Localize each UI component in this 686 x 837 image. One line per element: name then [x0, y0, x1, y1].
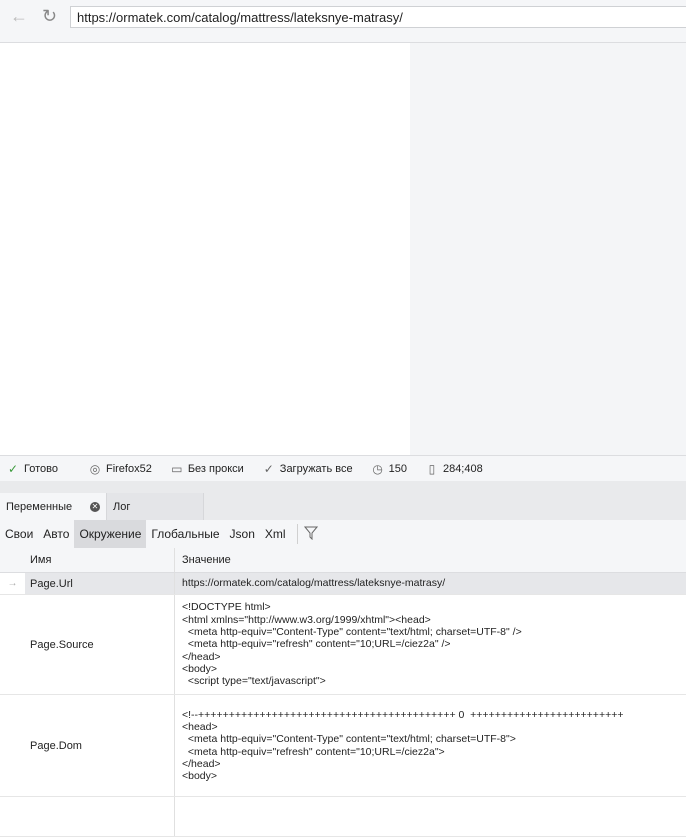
browser-viewport-empty [410, 43, 686, 455]
browser-version[interactable]: ◎ Firefox52 [88, 462, 152, 476]
current-row-arrow-icon: → [7, 578, 18, 589]
value-line: <meta http-equiv="Content-Type" content=… [182, 733, 516, 746]
load-setting[interactable]: ✓ Загружать все [262, 462, 353, 476]
table-header: Имя Значение [0, 548, 686, 573]
timeout-setting[interactable]: ◷ 150 [371, 462, 407, 476]
table-row[interactable]: → Page.Url https://ormatek.com/catalog/mat… [0, 573, 686, 595]
subtab-auto[interactable]: Авто [38, 520, 74, 548]
variable-value: <!--++++++++++++++++++++++++++++++++++++… [175, 695, 686, 796]
column-value[interactable]: Значение [175, 548, 686, 572]
variable-value: https://ormatek.com/catalog/mattress/lat… [175, 573, 686, 594]
value-line: <!--++++++++++++++++++++++++++++++++++++… [182, 708, 624, 721]
address-bar[interactable]: https://ormatek.com/catalog/mattress/lat… [70, 6, 686, 28]
firefox-icon: ◎ [89, 461, 101, 476]
subtab-environment[interactable]: Окружение [74, 520, 147, 548]
monitor-icon: ▭ [171, 461, 183, 476]
clock-icon: ◷ [372, 461, 383, 476]
separator [296, 524, 298, 544]
panel-tabs: Переменные ✕ Лог [0, 493, 686, 520]
variable-value: <!DOCTYPE html> <html xmlns="http://www.w… [175, 595, 686, 694]
browser-viewport[interactable] [0, 43, 410, 455]
variable-name: Page.Source [25, 595, 175, 694]
proxy-setting[interactable]: ▭ Без прокси [170, 462, 244, 476]
row-gutter [0, 595, 25, 694]
variable-filters: Свои Авто Окружение Глобальные Json Xml [0, 520, 686, 548]
value-line: <script type="text/javascript"> [182, 675, 326, 688]
variables-table: Имя Значение → Page.Url https://ormatek.co… [0, 548, 686, 837]
value-line: <!DOCTYPE html> [182, 601, 271, 614]
variable-name: Page.Url [25, 573, 175, 594]
mouse-icon: ▯ [428, 461, 436, 476]
table-row[interactable]: Page.Dom <!--++++++++++++++++++++++++++++… [0, 695, 686, 797]
value-line: <body> [182, 770, 218, 783]
browser-toolbar: ← ↻ https://ormatek.com/catalog/mattress… [0, 0, 686, 43]
value-line: https://ormatek.com/catalog/mattress/lat… [182, 577, 446, 590]
value-line: <body> [182, 662, 218, 675]
tab-log[interactable]: Лог [106, 493, 204, 520]
table-row[interactable]: Page.Source <!DOCTYPE html> <html xmlns="h… [0, 595, 686, 695]
filter-icon[interactable] [303, 526, 318, 543]
back-arrow-icon[interactable]: ← [10, 6, 28, 27]
column-name[interactable]: Имя [25, 548, 175, 572]
subtab-xml[interactable]: Xml [260, 520, 291, 548]
subtab-own[interactable]: Свои [0, 520, 38, 548]
close-icon[interactable]: ✕ [90, 501, 100, 512]
check-circle-icon: ✓ [7, 461, 19, 476]
divider [0, 481, 686, 493]
value-line: <meta http-equiv="Content-Type" content=… [182, 626, 522, 639]
status-ready: Готово [24, 462, 58, 475]
subtab-json[interactable]: Json [225, 520, 260, 548]
reload-icon[interactable]: ↻ [42, 6, 57, 27]
value-line: <head> [182, 720, 218, 733]
value-line: <html xmlns="http://www.w3.org/1999/xhtm… [182, 613, 431, 626]
value-line: </head> [182, 757, 221, 770]
variable-name: Page.Dom [25, 695, 175, 796]
table-row-empty [0, 797, 686, 837]
tab-variables[interactable]: Переменные ✕ [0, 493, 106, 520]
subtab-global[interactable]: Глобальные [146, 520, 224, 548]
check-badge-icon: ✓ [263, 461, 274, 476]
row-gutter [0, 695, 25, 796]
mouse-coords: ▯ 284;408 [425, 462, 483, 476]
value-line: <meta http-equiv="refresh" content="10;U… [182, 745, 445, 758]
value-line: <meta http-equiv="refresh" content="10;U… [182, 638, 451, 651]
value-line: </head> [182, 650, 221, 663]
status-bar: ✓ Готово ◎ Firefox52 ▭ Без прокси ✓ Загружат… [0, 455, 686, 481]
